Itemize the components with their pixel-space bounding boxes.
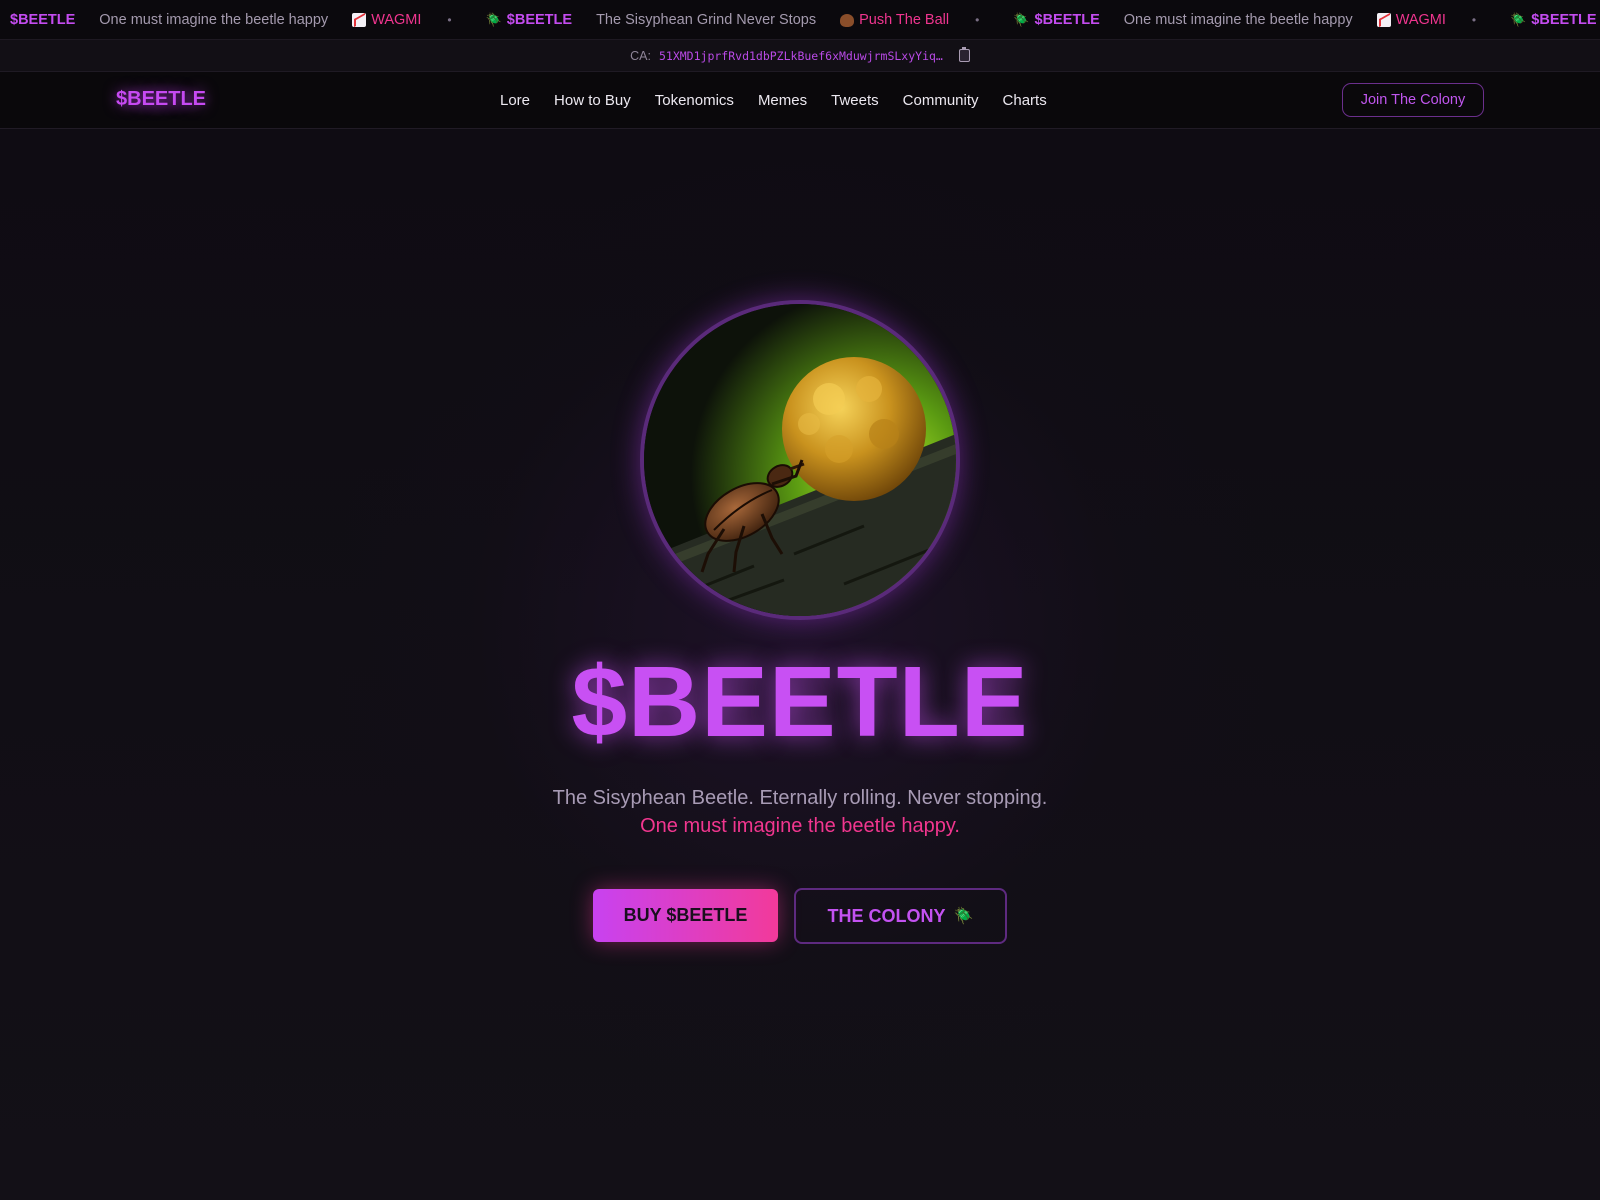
ticker-item: 🪲 $BEETLE [1498, 12, 1600, 28]
ca-value[interactable]: 51XMD1jprfRvd1dbPZLkBuef6xMduwjrmSLxyYiq… [659, 49, 943, 63]
ticker-text: Push The Ball [859, 12, 950, 28]
ca-label: CA: [630, 48, 651, 63]
ticker-text: The Sisyphean Grind Never Stops [596, 12, 817, 28]
nav-link-lore[interactable]: Lore [500, 92, 530, 109]
contract-address-bar: CA: 51XMD1jprfRvd1dbPZLkBuef6xMduwjrmSLx… [0, 40, 1600, 72]
ticker-text: One must imagine the beetle happy [99, 12, 329, 28]
ticker-text: $BEETLE [506, 12, 573, 28]
ticker-item: Push The Ball [828, 12, 961, 28]
ticker-separator: • [975, 13, 980, 27]
ticker-text: $BEETLE [1531, 12, 1597, 28]
ticker-item: $BEETLE [0, 12, 87, 28]
nav-link-community[interactable]: Community [903, 92, 979, 109]
ticker-item: One must imagine the beetle happy [1112, 12, 1365, 28]
ticker-text: WAGMI [371, 12, 422, 28]
main-nav: Lore How to Buy Tokenomics Memes Tweets … [500, 72, 1047, 129]
ticker-item: 🪲 $BEETLE [1001, 12, 1111, 28]
ticker-text: One must imagine the beetle happy [1123, 12, 1353, 28]
beetle-icon: 🪲 [953, 908, 974, 925]
ticker-separator: • [1471, 13, 1477, 27]
site-header: $BEETLE Lore How to Buy Tokenomics Memes… [0, 72, 1600, 129]
ticker-item: The Sisyphean Grind Never Stops [584, 12, 828, 28]
clipboard-icon[interactable] [958, 47, 970, 62]
nav-link-charts[interactable]: Charts [1003, 92, 1047, 109]
join-colony-button[interactable]: Join The Colony [1342, 83, 1484, 117]
nav-link-tokenomics[interactable]: Tokenomics [655, 92, 734, 109]
chart-increasing-icon [1376, 13, 1391, 27]
ticker-text: $BEETLE [1034, 12, 1100, 28]
poo-icon [840, 13, 855, 27]
beetle-icon: 🪲 [485, 12, 502, 27]
ticker-item: WAGMI [340, 12, 433, 28]
buy-beetle-button[interactable]: BUY $BEETLE [593, 889, 778, 942]
ticker-track: $BEETLE One must imagine the beetle happy… [0, 0, 1600, 39]
ticker-text: WAGMI [1395, 12, 1446, 28]
ticker-bar: $BEETLE One must imagine the beetle happy… [0, 0, 1600, 40]
hero-tagline: The Sisyphean Beetle. Eternally rolling.… [552, 787, 1048, 809]
ticker-item: WAGMI [1365, 12, 1458, 28]
hero-title: $BEETLE [571, 646, 1029, 758]
ticker-item: One must imagine the beetle happy [87, 12, 340, 28]
hero-tagline-highlight: One must imagine the beetle happy. [640, 815, 960, 837]
the-colony-button[interactable]: THE COLONY 🪲 [794, 888, 1007, 944]
chart-increasing-icon [352, 13, 367, 27]
ticker-item: 🪲 $BEETLE [474, 12, 584, 28]
ticker-text: $BEETLE [10, 12, 76, 28]
colony-button-label: THE COLONY [827, 905, 946, 926]
ticker-separator: • [447, 13, 452, 27]
nav-link-tweets[interactable]: Tweets [831, 92, 879, 109]
beetle-illustration [644, 304, 956, 616]
beetle-icon: 🪲 [1510, 12, 1527, 27]
site-logo[interactable]: $BEETLE [107, 82, 216, 117]
nav-link-how-to-buy[interactable]: How to Buy [554, 92, 631, 109]
nav-link-memes[interactable]: Memes [758, 92, 807, 109]
beetle-hero-image [640, 300, 960, 620]
beetle-icon: 🪲 [1013, 12, 1030, 27]
